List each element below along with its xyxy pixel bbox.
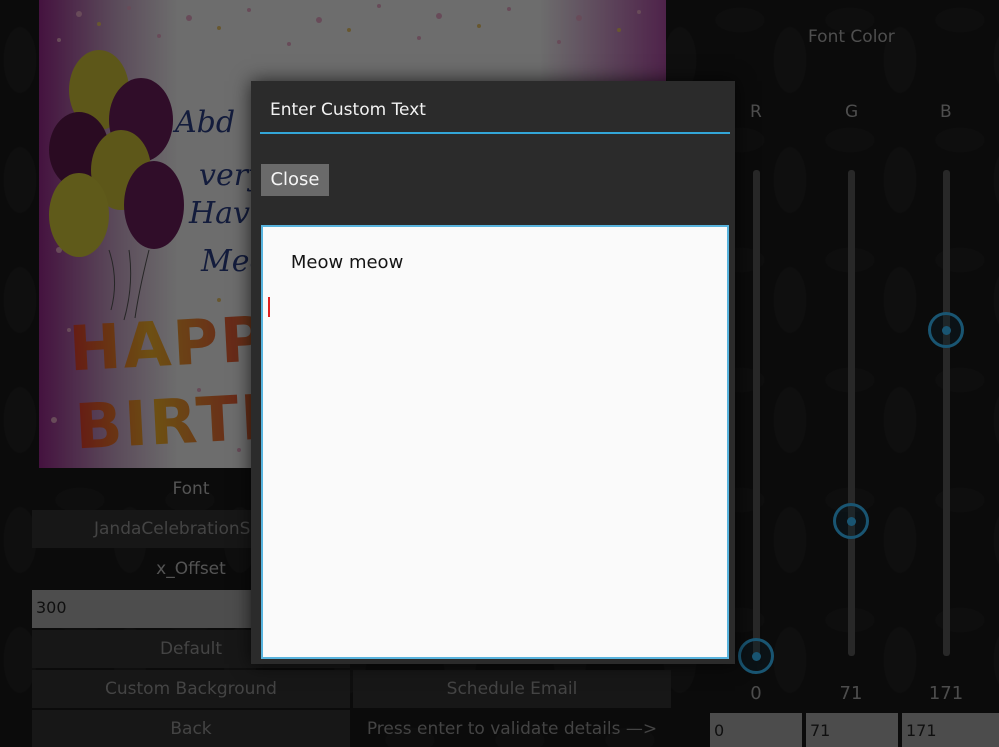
custom-text-input[interactable]: Meow meow [261,225,729,659]
custom-text-dialog: Enter Custom Text Close Meow meow [251,81,735,664]
dialog-title-divider [260,132,730,134]
text-caret [268,297,270,317]
close-button[interactable]: Close [261,164,329,196]
custom-text-value: Meow meow [290,252,404,273]
dialog-title: Enter Custom Text [270,100,426,120]
